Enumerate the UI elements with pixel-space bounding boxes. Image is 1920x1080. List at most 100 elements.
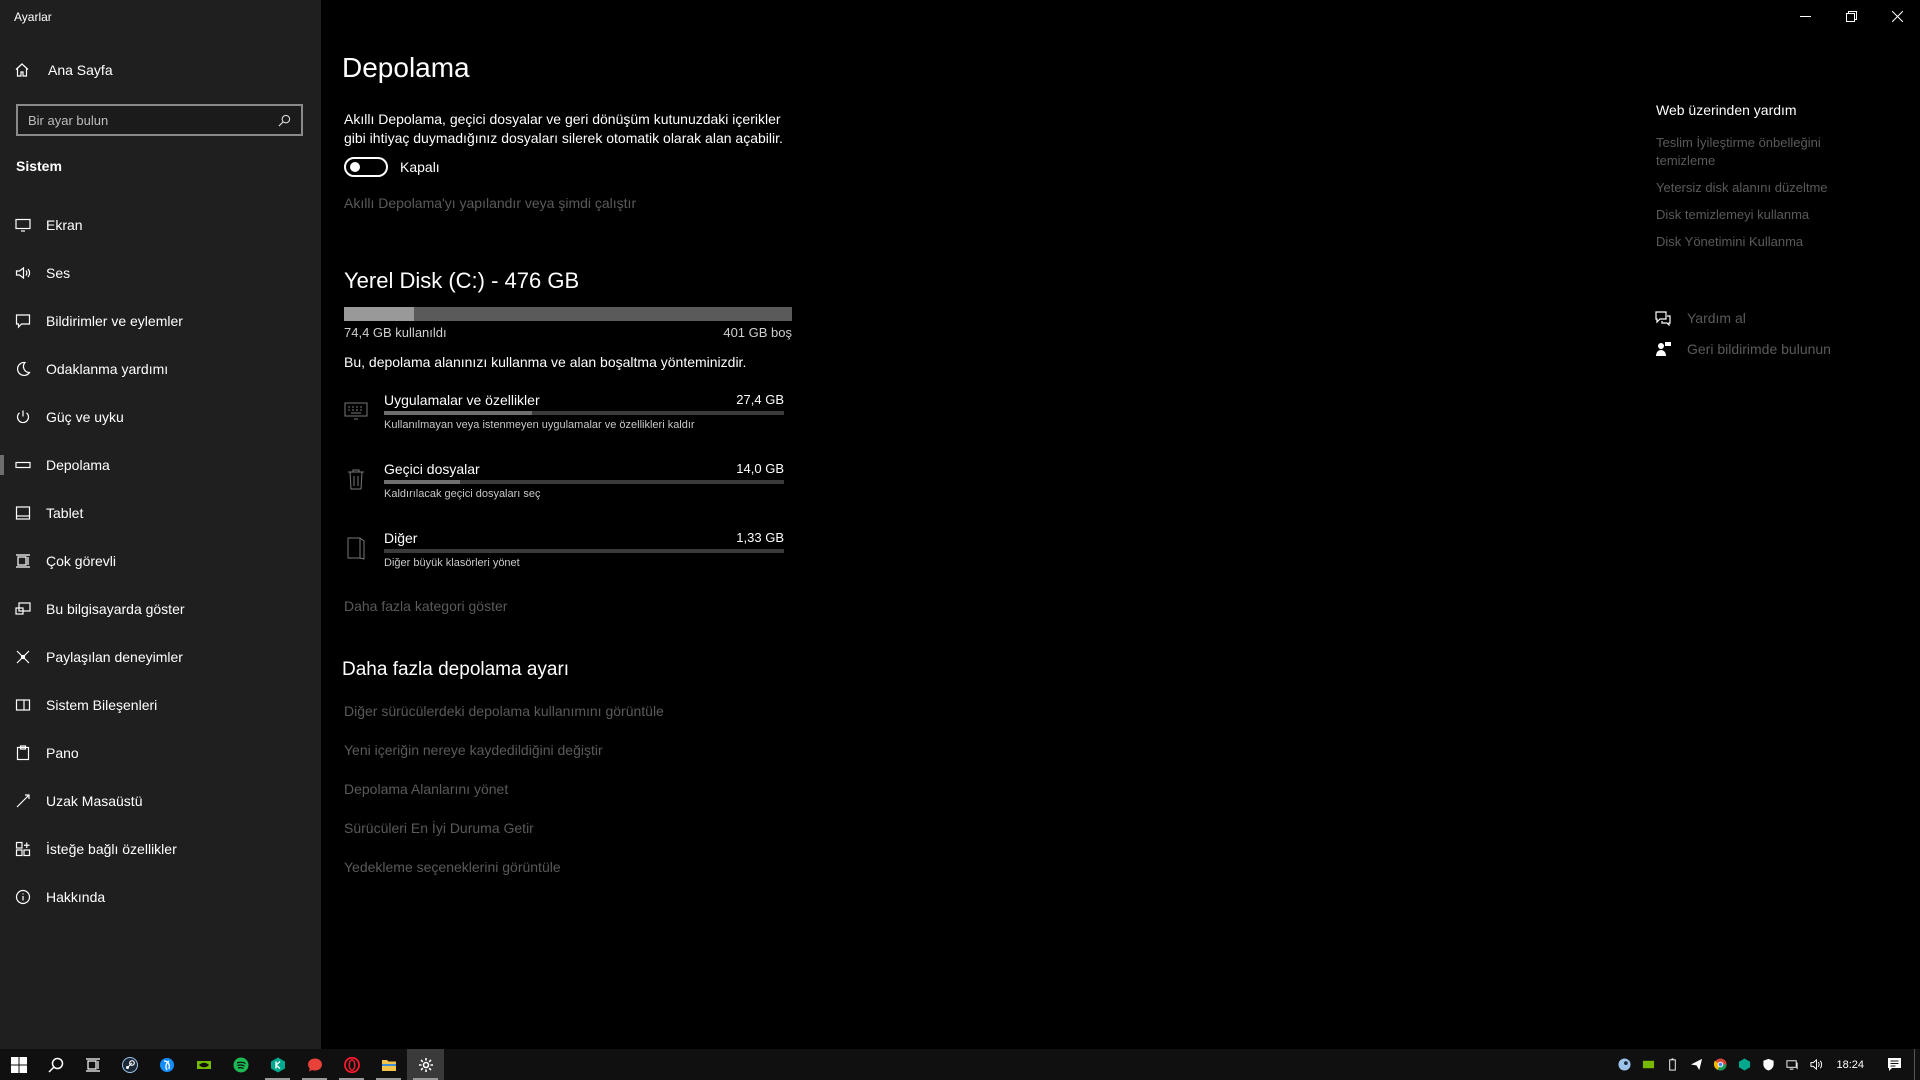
restore-button[interactable]	[1828, 0, 1874, 32]
tray-kaspersky[interactable]	[1732, 1049, 1756, 1080]
sidebar-item-cok-gorevli[interactable]: Çok görevli	[0, 537, 321, 585]
feedback-link[interactable]: Geri bildirimde bulunun	[1655, 333, 1831, 364]
tray-chrome[interactable]	[1708, 1049, 1732, 1080]
clipboard-icon	[16, 745, 30, 761]
multitasking-icon	[16, 554, 30, 568]
disk-title: Yerel Disk (C:) - 476 GB	[344, 268, 580, 293]
help-link-disk-management[interactable]: Disk Yönetimini Kullanma	[1656, 233, 1856, 251]
settings-search-input[interactable]	[28, 112, 278, 128]
tray-security[interactable]	[1756, 1049, 1780, 1080]
close-button[interactable]	[1874, 0, 1920, 32]
sidebar-item-label: Uzak Masaüstü	[46, 793, 143, 809]
sidebar-item-ekran[interactable]: Ekran	[0, 201, 321, 249]
help-link-disk-cleanup[interactable]: Disk temizlemeyi kullanma	[1656, 206, 1856, 224]
smart-storage-config-link[interactable]: Akıllı Depolama'yı yapılandır veya şimdi…	[344, 195, 636, 211]
start-button[interactable]	[0, 1049, 37, 1080]
task-view-button[interactable]	[74, 1049, 111, 1080]
optimize-drives-link[interactable]: Sürücüleri En İyi Duruma Getir	[344, 820, 664, 859]
minimize-button[interactable]	[1782, 0, 1828, 32]
action-center-button[interactable]	[1878, 1049, 1910, 1080]
sidebar-item-label: Pano	[46, 745, 79, 761]
taskbar-search-button[interactable]	[37, 1049, 74, 1080]
sidebar: Ayarlar Ana Sayfa Sistem Ekran Ses Bildi…	[0, 0, 321, 1049]
help-link-delivery-cache[interactable]: Teslim İyileştirme önbelleğini temizleme	[1656, 134, 1856, 170]
category-size: 27,4 GB	[736, 392, 784, 407]
tablet-icon	[15, 506, 31, 520]
sidebar-item-paylasilan[interactable]: Paylaşılan deneyimler	[0, 633, 321, 681]
taskbar-kaspersky[interactable]	[259, 1049, 296, 1080]
taskbar-steam[interactable]	[111, 1049, 148, 1080]
category-temp-files[interactable]: Geçici dosyalar 14,0 GB Kaldırılacak geç…	[344, 461, 784, 521]
plane-icon	[1690, 1058, 1703, 1071]
category-other[interactable]: Diğer 1,33 GB Diğer büyük klasörleri yön…	[344, 530, 784, 590]
sidebar-item-depolama[interactable]: Depolama	[0, 441, 321, 489]
sidebar-item-sistem-bilesenleri[interactable]: Sistem Bileşenleri	[0, 681, 321, 729]
settings-search-box[interactable]	[16, 104, 303, 136]
taskbar-messenger[interactable]	[296, 1049, 333, 1080]
sidebar-item-tablet[interactable]: Tablet	[0, 489, 321, 537]
sidebar-item-bu-bilgisayarda[interactable]: Bu bilgisayarda göster	[0, 585, 321, 633]
sidebar-item-hakkinda[interactable]: Hakkında	[0, 873, 321, 921]
home-link[interactable]: Ana Sayfa	[14, 62, 113, 78]
taskbar-battlenet[interactable]	[148, 1049, 185, 1080]
taskbar-clock[interactable]: 18:24	[1828, 1059, 1878, 1071]
other-drives-usage-link[interactable]: Diğer sürücülerdeki depolama kullanımını…	[344, 703, 664, 742]
search-icon[interactable]	[278, 114, 291, 127]
change-save-location-link[interactable]: Yeni içeriğin nereye kaydedildiğini deği…	[344, 742, 664, 781]
manage-storage-spaces-link[interactable]: Depolama Alanlarını yönet	[344, 781, 664, 820]
restore-icon	[1845, 10, 1857, 22]
taskbar-settings[interactable]	[407, 1049, 444, 1080]
optional-features-icon	[15, 841, 31, 857]
sidebar-item-guc[interactable]: Güç ve uyku	[0, 393, 321, 441]
category-name: Geçici dosyalar	[384, 461, 480, 477]
sidebar-item-label: Tablet	[46, 505, 84, 521]
folder-other-icon	[347, 537, 365, 560]
windows-logo-icon	[10, 1056, 27, 1073]
sidebar-item-istege-bagli[interactable]: İsteğe bağlı özellikler	[0, 825, 321, 873]
category-name: Uygulamalar ve özellikler	[384, 392, 540, 408]
disk-usage-fill	[344, 307, 414, 321]
notification-icon	[15, 314, 31, 329]
sidebar-item-odaklanma[interactable]: Odaklanma yardımı	[0, 345, 321, 393]
taskbar-opera[interactable]	[333, 1049, 370, 1080]
sidebar-item-bildirimler[interactable]: Bildirimler ve eylemler	[0, 297, 321, 345]
sidebar-item-pano[interactable]: Pano	[0, 729, 321, 777]
more-storage-settings-heading: Daha fazla depolama ayarı	[342, 659, 570, 680]
sidebar-item-ses[interactable]: Ses	[0, 249, 321, 297]
smart-storage-toggle[interactable]	[344, 157, 388, 177]
taskbar-spotify[interactable]	[222, 1049, 259, 1080]
category-bar	[384, 549, 784, 553]
disk-free-label: 401 GB boş	[723, 325, 792, 340]
help-link-low-disk[interactable]: Yetersiz disk alanını düzeltme	[1656, 179, 1856, 197]
category-subtitle: Kaldırılacak geçici dosyaları seç	[384, 488, 541, 500]
volume-icon	[1810, 1058, 1823, 1071]
nvidia-icon	[196, 1060, 211, 1069]
tray-network-tool[interactable]	[1684, 1049, 1708, 1080]
tray-battery[interactable]	[1660, 1049, 1684, 1080]
sidebar-item-label: Güç ve uyku	[46, 409, 124, 425]
sidebar-item-label: Hakkında	[46, 889, 106, 905]
shield-icon	[1763, 1058, 1774, 1071]
tray-steam[interactable]	[1612, 1049, 1636, 1080]
backup-options-link[interactable]: Yedekleme seçeneklerini görüntüle	[344, 859, 664, 898]
get-help-link[interactable]: Yardım al	[1655, 302, 1831, 333]
taskbar-nvidia[interactable]	[185, 1049, 222, 1080]
disk-usage-bar	[344, 307, 792, 321]
network-icon	[1786, 1060, 1798, 1070]
tray-network[interactable]	[1780, 1049, 1804, 1080]
help-actions: Yardım al Geri bildirimde bulunun	[1655, 302, 1831, 364]
taskbar-file-explorer[interactable]	[370, 1049, 407, 1080]
help-title: Web üzerinden yardım	[1656, 102, 1797, 118]
sidebar-item-uzak-masaustu[interactable]: Uzak Masaüstü	[0, 777, 321, 825]
get-help-label: Yardım al	[1687, 309, 1746, 326]
category-apps[interactable]: Uygulamalar ve özellikler 27,4 GB Kullan…	[344, 392, 784, 452]
tray-volume[interactable]	[1804, 1049, 1828, 1080]
show-desktop-button[interactable]	[1914, 1049, 1920, 1080]
show-more-categories-link[interactable]: Daha fazla kategori göster	[344, 598, 507, 614]
app-title: Ayarlar	[14, 10, 52, 24]
chat-app-icon	[307, 1058, 322, 1071]
help-pane: Web üzerinden yardım Teslim İyileştirme …	[1656, 102, 1856, 260]
feedback-label: Geri bildirimde bulunun	[1687, 340, 1831, 357]
remote-icon	[16, 794, 30, 808]
tray-nvidia[interactable]	[1636, 1049, 1660, 1080]
